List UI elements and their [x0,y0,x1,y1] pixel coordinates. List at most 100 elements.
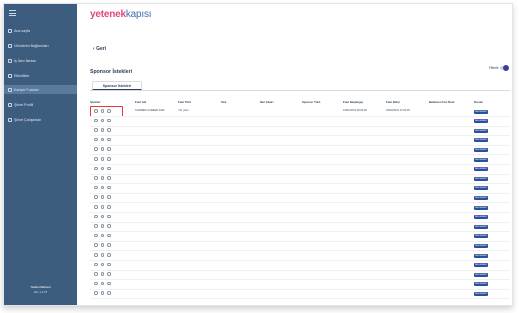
status-badge[interactable]: BEKLEMEDE [474,119,488,124]
sidebar-item-career-fairs[interactable]: Kariyer Fuarları [4,85,77,94]
status-badge[interactable]: BEKLEMEDE [474,215,488,220]
back-button[interactable]: ‹ Geri [93,46,106,52]
status-badge[interactable]: BEKLEMEDE [474,291,488,296]
status-badge[interactable]: BEKLEMEDE [474,205,488,210]
help-center-link[interactable]: Yardım Merkezi [4,285,77,289]
approve-icon[interactable] [100,185,104,190]
eye-icon[interactable] [107,109,111,113]
view-icon[interactable] [94,281,98,286]
toggle-switch[interactable] [499,65,509,71]
tab-sponsor-requests[interactable]: Sponsor İstekleri [92,81,142,90]
eye-icon[interactable] [107,224,111,228]
eye-icon[interactable] [107,233,111,238]
approve-icon[interactable] [100,224,104,228]
sidebar-item-jobs[interactable]: İş İlanı İlanları [4,56,77,65]
view-icon[interactable] [94,176,98,180]
view-icon[interactable] [94,291,98,295]
logo[interactable]: yetenekkapısı [90,9,152,20]
table-row: BEKLEMEDE [90,145,510,156]
approve-icon[interactable] [100,253,104,257]
status-badge[interactable]: BEKLEMEDE [474,157,488,162]
view-icon[interactable] [94,118,98,123]
approve-icon[interactable] [100,214,104,219]
eye-icon[interactable] [107,185,111,190]
view-icon[interactable] [94,157,98,161]
approve-icon[interactable] [100,243,104,247]
approve-icon[interactable] [100,281,104,286]
eye-icon[interactable] [107,137,111,142]
view-icon[interactable] [94,224,98,228]
approve-icon[interactable] [100,109,104,113]
approve-icon[interactable] [100,128,104,132]
eye-icon[interactable] [107,272,111,276]
view-icon[interactable] [94,166,98,171]
status-badge[interactable]: BEKLEMEDE [474,243,488,248]
status-badge[interactable]: BEKLEMEDE [474,186,488,191]
eye-icon[interactable] [107,243,111,247]
view-icon[interactable] [94,272,98,276]
row-actions [94,118,111,123]
column-header: Sponsor Türü [302,100,321,104]
eye-icon[interactable] [107,195,111,199]
approve-icon[interactable] [100,195,104,199]
eye-icon[interactable] [107,176,111,180]
view-icon[interactable] [94,253,98,257]
approve-icon[interactable] [100,291,104,295]
eye-icon[interactable] [107,214,111,219]
approve-icon[interactable] [100,176,104,180]
eye-icon[interactable] [107,118,111,123]
view-icon[interactable] [94,243,98,247]
view-icon[interactable] [94,233,98,238]
view-icon[interactable] [94,109,98,113]
eye-icon[interactable] [107,147,111,151]
approve-icon[interactable] [100,137,104,142]
filter-toggle[interactable]: Filtrele [489,65,509,71]
eye-icon[interactable] [107,281,111,286]
view-icon[interactable] [94,128,98,132]
approve-icon[interactable] [100,205,104,209]
eye-icon[interactable] [107,128,111,132]
status-badge[interactable]: BEKLEMEDE [474,109,488,114]
approve-icon[interactable] [100,233,104,238]
status-badge[interactable]: BEKLEMEDE [474,253,488,258]
view-icon[interactable] [94,195,98,199]
eye-icon[interactable] [107,157,111,161]
sidebar-item-company-profile[interactable]: Şirket Profili [4,100,77,109]
view-icon[interactable] [94,214,98,219]
view-icon[interactable] [94,147,98,151]
row-actions [94,233,111,238]
users-icon [8,117,12,122]
link-icon [8,43,12,48]
view-icon[interactable] [94,185,98,190]
sidebar-item-home[interactable]: Ana sayfa [4,26,77,35]
approve-icon[interactable] [100,262,104,267]
view-icon[interactable] [94,137,98,142]
view-icon[interactable] [94,205,98,209]
status-badge[interactable]: BEKLEMEDE [474,128,488,133]
status-badge[interactable]: BEKLEMEDE [474,176,488,181]
eye-icon[interactable] [107,262,111,267]
approve-icon[interactable] [100,272,104,276]
status-badge[interactable]: BEKLEMEDE [474,282,488,287]
sidebar-item-employees[interactable]: Şirket Çalışanları [4,115,77,124]
status-badge[interactable]: BEKLEMEDE [474,195,488,200]
sidebar-item-events[interactable]: Etkinlikler [4,71,77,80]
status-badge[interactable]: BEKLEMEDE [474,147,488,152]
status-badge[interactable]: BEKLEMEDE [474,263,488,268]
status-badge[interactable]: BEKLEMEDE [474,224,488,229]
menu-icon[interactable] [9,10,16,16]
view-icon[interactable] [94,262,98,267]
approve-icon[interactable] [100,147,104,151]
eye-icon[interactable] [107,253,111,257]
sidebar-item-links[interactable]: Ürünlerim Bağlantıları [4,41,77,50]
status-badge[interactable]: BEKLEMEDE [474,234,488,239]
approve-icon[interactable] [100,118,104,123]
eye-icon[interactable] [107,205,111,209]
status-badge[interactable]: BEKLEMEDE [474,167,488,172]
eye-icon[interactable] [107,166,111,171]
eye-icon[interactable] [107,291,111,295]
status-badge[interactable]: BEKLEMEDE [474,272,488,277]
approve-icon[interactable] [100,157,104,161]
approve-icon[interactable] [100,166,104,171]
status-badge[interactable]: BEKLEMEDE [474,138,488,143]
